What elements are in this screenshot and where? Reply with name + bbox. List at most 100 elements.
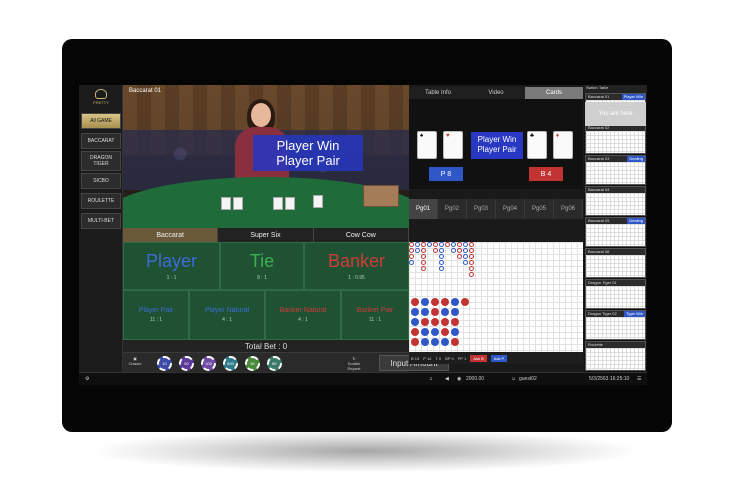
bead-marker [431, 298, 439, 306]
brand-logo: PRETTY [87, 89, 115, 109]
lobby-table-title: Dragon Tiger 02 Tiger Win [586, 311, 645, 317]
sidebar-item-sicbo[interactable]: SICBO [81, 173, 121, 189]
lobby-table-item[interactable]: Dragon Tiger 01 [585, 279, 646, 309]
road-marker [421, 266, 426, 271]
bead-marker [411, 298, 419, 306]
sidebar-item-all-game[interactable]: All GAME [81, 113, 121, 129]
road-marker [439, 248, 444, 253]
stat-player: P 14 [423, 355, 432, 361]
chip-1k[interactable]: 1K [245, 356, 260, 371]
tab-cards[interactable]: Cards [525, 87, 583, 99]
chip-50[interactable]: 50 [179, 356, 194, 371]
bead-marker [411, 328, 419, 336]
table-card [233, 197, 243, 210]
menu-icon[interactable]: ☰ [637, 376, 641, 382]
bet-banker-natural-odds: 4 : 1 [298, 317, 308, 323]
cards-banner-line-1: Player Win [477, 135, 517, 144]
lobby-table-item[interactable]: Dragon Tiger 02 Tiger Win [585, 310, 646, 340]
tab-pg06[interactable]: Pg06 [554, 199, 583, 219]
road-marker [463, 242, 468, 247]
road-marker [469, 242, 474, 247]
road-marker [469, 266, 474, 271]
bead-marker [441, 328, 449, 336]
road-marker [469, 272, 474, 277]
bet-player-label: Player [145, 251, 198, 271]
stat-player-pair: PP 1 [457, 355, 467, 361]
heart-icon: ♥ [446, 133, 450, 139]
chip-500[interactable]: 500 [223, 356, 238, 371]
road-marker [457, 254, 462, 259]
user-icon: ☺ [511, 376, 517, 382]
lobby-table-name: Roulette [588, 342, 603, 347]
dealer-face [251, 103, 271, 127]
spade-icon: ♠ [420, 133, 424, 139]
tab-pg03[interactable]: Pg03 [467, 199, 496, 219]
tab-super-six[interactable]: Super Six [218, 228, 314, 242]
bead-marker [421, 298, 429, 306]
chip-10[interactable]: 10 [157, 356, 172, 371]
road-marker [439, 266, 444, 271]
bet-tie[interactable]: Tie 8 : 1 [220, 242, 304, 290]
sidebar-item-dragon-tiger[interactable]: DRAGON TIGER [81, 151, 121, 171]
tab-table-info[interactable]: Table Info [409, 87, 467, 99]
bet-banker-pair[interactable]: Banker Pair 11 : 1 [341, 290, 409, 340]
ask-banker-button[interactable]: Ask B [470, 354, 487, 362]
road-marker [439, 254, 444, 259]
music-icon[interactable]: ♫ [429, 376, 433, 382]
chip-100[interactable]: 100 [201, 356, 216, 371]
good-road-label: Good Road [586, 366, 607, 371]
table-card [313, 195, 323, 208]
tab-video[interactable]: Video [467, 87, 525, 99]
ask-player-button[interactable]: Ask P [490, 354, 508, 362]
sidebar-item-baccarat[interactable]: BACCARAT [81, 133, 121, 149]
bet-banker-odds: 1 : 0.95 [348, 275, 365, 281]
settings-icon[interactable]: ⚙ [85, 376, 89, 382]
bet-tie-odds: 8 : 1 [257, 275, 267, 281]
bet-player-pair[interactable]: Player Pair 11 : 1 [123, 290, 189, 340]
classic-mode-button[interactable]: ▣ Classic [126, 356, 144, 370]
tab-pg02[interactable]: Pg02 [438, 199, 467, 219]
chip-tray [363, 185, 399, 207]
lobby-table-name: Baccarat 06 [588, 249, 610, 254]
lobby-table-item[interactable]: Baccarat 04 [585, 186, 646, 216]
bet-player[interactable]: Player 1 : 1 [123, 242, 220, 290]
bead-marker [411, 308, 419, 316]
lobby-table-status: Dealing [627, 218, 645, 224]
betting-board: Player 1 : 1 Tie 8 : 1 Banker 1 : 0.95 P… [123, 242, 409, 340]
tab-pg05[interactable]: Pg05 [525, 199, 554, 219]
tab-baccarat[interactable]: Baccarat [123, 228, 219, 242]
sidebar-item-roulette[interactable]: ROULETTE [81, 193, 121, 209]
lobby-table-name: Baccarat 05 [588, 218, 610, 223]
bead-marker [441, 318, 449, 326]
bet-banker-natural[interactable]: Banker Natural 4 : 1 [265, 290, 341, 340]
bead-marker [421, 338, 429, 346]
tab-pg04[interactable]: Pg04 [496, 199, 525, 219]
double-repeat-button[interactable]: ↻ Double Repeat [345, 356, 363, 371]
bet-player-natural[interactable]: Player Natural 4 : 1 [189, 290, 265, 340]
chip-5k[interactable]: 5K [267, 356, 282, 371]
tab-pg01[interactable]: Pg01 [409, 199, 438, 219]
stat-banker: B 13 [411, 355, 420, 361]
lobby-table-name: Dragon Tiger 02 [588, 311, 617, 316]
lobby-table-status: Dealing [627, 156, 645, 162]
lobby-table-name: Baccarat 04 [588, 187, 610, 192]
lobby-table-item[interactable]: Baccarat 02 [585, 124, 646, 154]
bead-marker [431, 318, 439, 326]
bead-marker [411, 318, 419, 326]
bet-player-natural-label: Player Natural [204, 307, 250, 314]
banker-card-2: ♦ [553, 131, 573, 159]
live-video: Baccarat 01 Player Win Player Pair [123, 85, 409, 228]
bet-banker[interactable]: Banker 1 : 0.95 [304, 242, 409, 290]
road-marker [457, 242, 462, 247]
sound-icon[interactable]: ◀ [445, 376, 449, 382]
lobby-table-item[interactable]: Baccarat 03 Dealing [585, 155, 646, 185]
table-name: Baccarat 01 [129, 88, 162, 94]
lobby-table-item[interactable]: Baccarat 06 [585, 248, 646, 278]
sidebar-item-multi-bet[interactable]: MULTI-BET [81, 213, 121, 229]
bet-type-tabs: Baccarat Super Six Cow Cow [123, 228, 409, 242]
lobby-table-road [586, 131, 645, 153]
tab-cow-cow[interactable]: Cow Cow [314, 228, 409, 242]
road-marker [427, 242, 432, 247]
lobby-table-item[interactable]: Baccarat 05 Dealing [585, 217, 646, 247]
lobby-table-road [586, 255, 645, 277]
